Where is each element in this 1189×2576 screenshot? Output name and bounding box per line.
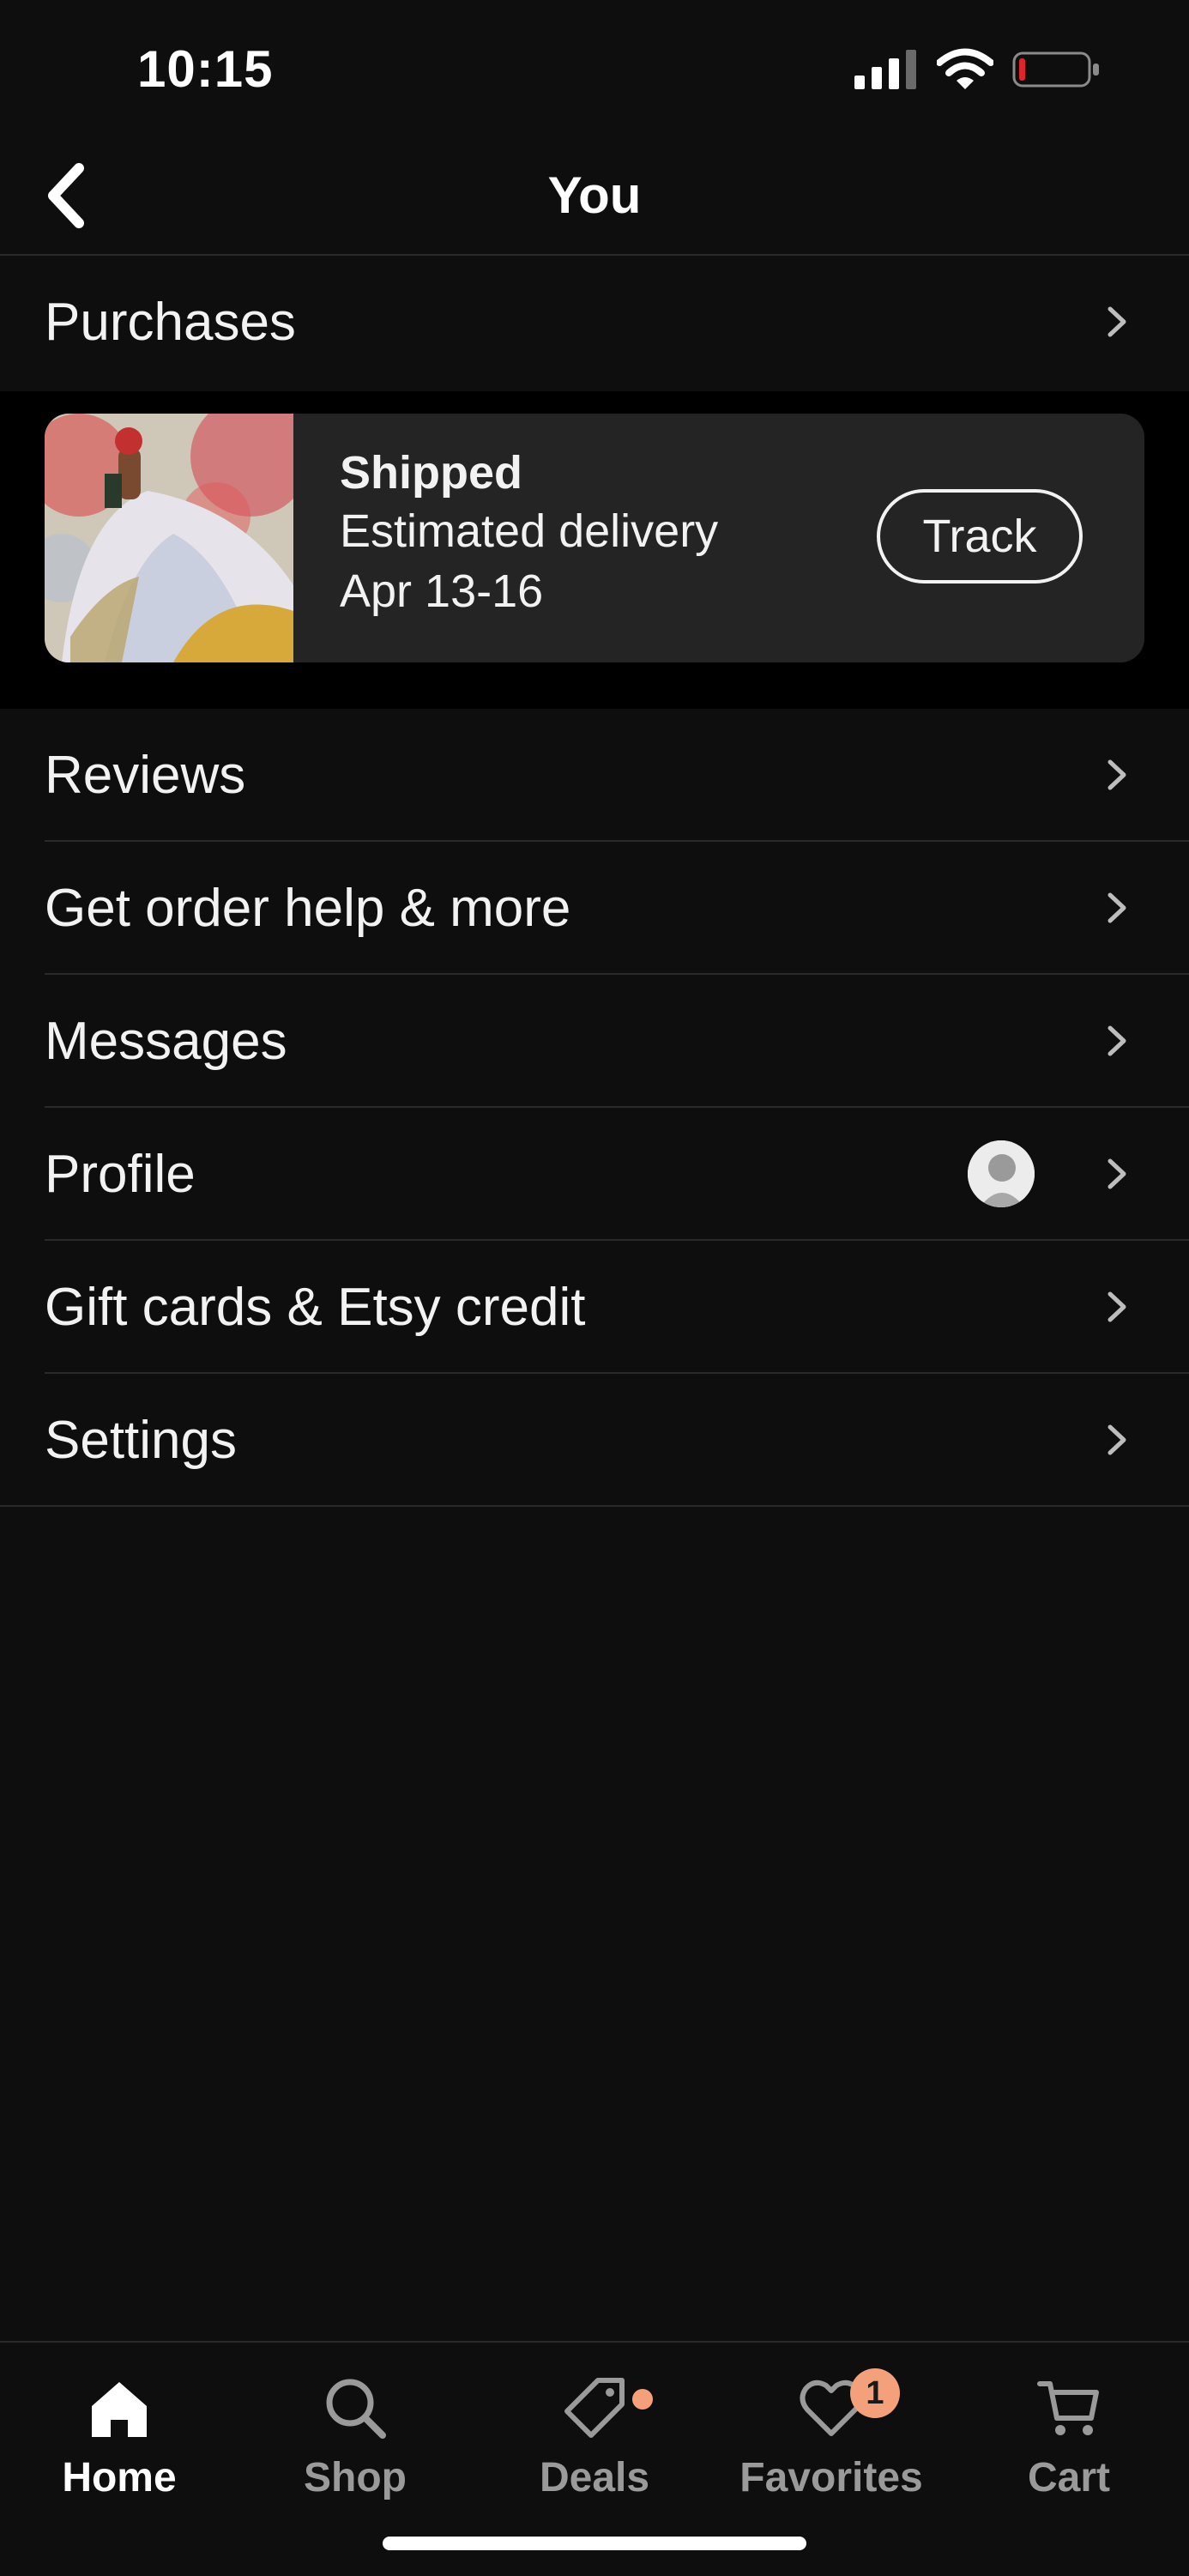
purchases-row[interactable]: Purchases: [0, 256, 1189, 389]
favorites-badge: 1: [850, 2368, 900, 2418]
status-bar: 10:15: [0, 0, 1189, 137]
menu-item-label: Profile: [45, 1145, 196, 1204]
menu-item-settings[interactable]: Settings: [0, 1374, 1189, 1507]
tag-icon: [564, 2378, 625, 2438]
nav-label: Deals: [539, 2455, 650, 2500]
menu-item-gift-cards[interactable]: Gift cards & Etsy credit: [0, 1241, 1189, 1374]
home-indicator: [383, 2537, 806, 2550]
nav-label: Cart: [1027, 2455, 1111, 2500]
wifi-icon: [937, 48, 993, 89]
chevron-right-icon: [1108, 1158, 1126, 1189]
menu-item-order-help[interactable]: Get order help & more: [0, 842, 1189, 975]
order-status: Shipped: [340, 447, 522, 499]
estimated-delivery-label: Estimated delivery: [340, 505, 719, 557]
nav-label: Home: [62, 2455, 177, 2500]
purchases-label: Purchases: [45, 293, 296, 352]
nav-label: Shop: [304, 2455, 407, 2500]
page-title: You: [547, 166, 642, 224]
menu-item-label: Gift cards & Etsy credit: [45, 1278, 586, 1337]
signal-bars-icon: [854, 50, 916, 89]
chevron-right-icon: [1108, 306, 1126, 337]
menu-item-label: Get order help & more: [45, 879, 571, 938]
status-time: 10:15: [137, 40, 274, 98]
avatar: [968, 1140, 1035, 1207]
order-section: Shipped Estimated delivery Apr 13-16 Tra…: [0, 391, 1189, 709]
deals-notification-dot: [632, 2389, 653, 2410]
header: You: [0, 137, 1189, 256]
chevron-right-icon: [1108, 1291, 1126, 1322]
nav-home[interactable]: Home: [16, 2360, 222, 2523]
chevron-right-icon: [1108, 1424, 1126, 1455]
avatar-image: [968, 1140, 1035, 1207]
nav-cart[interactable]: Cart: [966, 2360, 1172, 2523]
nav-favorites[interactable]: 1 Favorites: [728, 2360, 934, 2523]
home-icon: [92, 2382, 147, 2437]
menu-item-label: Messages: [45, 1012, 287, 1071]
divider: [0, 1505, 1189, 1507]
chevron-left-icon: [48, 163, 84, 228]
menu-item-reviews[interactable]: Reviews: [0, 709, 1189, 842]
chevron-right-icon: [1108, 759, 1126, 790]
chevron-right-icon: [1108, 892, 1126, 923]
menu-item-profile[interactable]: Profile: [0, 1108, 1189, 1241]
nav-shop[interactable]: Shop: [252, 2360, 458, 2523]
order-thumbnail: [45, 414, 293, 662]
estimated-delivery-date: Apr 13-16: [340, 565, 544, 617]
menu-item-messages[interactable]: Messages: [0, 975, 1189, 1108]
order-card[interactable]: Shipped Estimated delivery Apr 13-16 Tra…: [45, 414, 1144, 662]
chevron-right-icon: [1108, 1025, 1126, 1056]
track-button[interactable]: Track: [877, 489, 1083, 584]
cart-icon: [1037, 2381, 1099, 2435]
nav-deals[interactable]: Deals: [492, 2360, 697, 2523]
back-button[interactable]: [26, 154, 108, 237]
menu-item-label: Reviews: [45, 746, 246, 805]
nav-label: Favorites: [739, 2455, 923, 2500]
search-icon: [326, 2379, 386, 2439]
menu-item-label: Settings: [45, 1411, 238, 1470]
battery-low-icon: [1012, 51, 1099, 88]
